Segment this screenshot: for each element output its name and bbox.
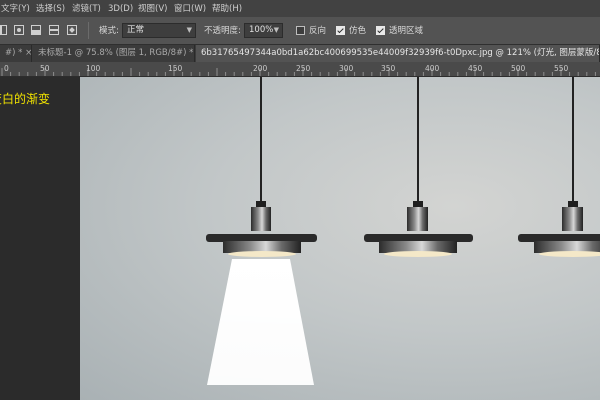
tab-document-3-active[interactable]: 6b31765497344a0bd1a62bc400699535e44009f3…: [196, 45, 600, 62]
pendant-lamp-3: [518, 77, 600, 257]
ruler-tick-label: 450: [468, 64, 483, 73]
ruler-tick-label: 500: [511, 64, 526, 73]
tab-document-1[interactable]: #) * ×: [0, 45, 32, 62]
tab-label: 6b31765497344a0bd1a62bc400699535e44009f3…: [201, 48, 600, 58]
diamond-gradient-icon[interactable]: [67, 25, 77, 35]
horizontal-ruler: 0 50 100 150 200 250 300 350 400 450 500…: [0, 62, 600, 77]
chevron-down-icon: ▼: [186, 26, 192, 34]
mode-select[interactable]: 正常 ▼: [122, 23, 196, 38]
dither-label: 仿色: [349, 26, 367, 36]
ruler-tick-label: 200: [253, 64, 268, 73]
opacity-label: 不透明度:: [204, 26, 241, 36]
tab-document-2[interactable]: 未标题-1 @ 75.8% (图层 1, RGB/8#) * ×: [33, 45, 195, 62]
pendant-lamp-2: [364, 77, 473, 257]
radial-gradient-icon[interactable]: [14, 25, 24, 35]
ruler-tick-label: 0: [4, 64, 9, 73]
chevron-down-icon: ▼: [273, 26, 279, 34]
document-canvas[interactable]: [80, 77, 600, 400]
ruler-tick-label: 300: [339, 64, 354, 73]
ruler-tick-label: 550: [554, 64, 569, 73]
ruler-tick-label: 250: [296, 64, 311, 73]
document-tabs: #) * × 未标题-1 @ 75.8% (图层 1, RGB/8#) * × …: [0, 45, 600, 62]
pendant-lamp-1: [206, 77, 317, 385]
menu-text[interactable]: 文字(Y): [1, 3, 30, 15]
mode-value: 正常: [127, 25, 145, 35]
reverse-label: 反向: [309, 26, 327, 36]
opacity-value: 100%: [249, 25, 274, 35]
canvas-image: [206, 77, 600, 385]
linear-gradient-icon[interactable]: [0, 25, 7, 35]
transparency-checkbox[interactable]: [376, 26, 385, 35]
dither-checkbox[interactable]: [336, 26, 345, 35]
tab-label: 未标题-1 @ 75.8% (图层 1, RGB/8#) * ×: [38, 48, 195, 58]
menu-help[interactable]: 帮助(H): [212, 3, 242, 15]
ruler-tick-label: 400: [425, 64, 440, 73]
options-bar: 模式: 正常 ▼ 不透明度: 100% ▼ 反向 仿色 透明区域: [0, 17, 600, 45]
ruler-tick-label: 50: [40, 64, 50, 73]
menu-window[interactable]: 窗口(W): [174, 3, 206, 15]
tab-label: #) * ×: [5, 48, 32, 58]
separator: [88, 22, 89, 39]
menu-filter[interactable]: 滤镜(T): [72, 3, 101, 15]
transparency-label: 透明区域: [389, 26, 424, 36]
menu-view[interactable]: 视图(V): [138, 3, 167, 15]
menu-3d[interactable]: 3D(D): [108, 3, 133, 15]
reflected-gradient-icon[interactable]: [49, 25, 59, 35]
ruler-tick-label: 350: [381, 64, 396, 73]
angle-gradient-icon[interactable]: [31, 25, 41, 35]
opacity-input[interactable]: 100% ▼: [244, 23, 283, 38]
ruler-tick-label: 150: [168, 64, 183, 73]
ruler-tick-label: 100: [86, 64, 101, 73]
mode-label: 模式:: [99, 26, 119, 36]
panel-note-text: 变白的渐变: [0, 92, 51, 106]
menu-bar: 文字(Y) 选择(S) 滤镜(T) 3D(D) 视图(V) 窗口(W) 帮助(H…: [0, 0, 600, 17]
reverse-checkbox[interactable]: [296, 26, 305, 35]
menu-select[interactable]: 选择(S): [36, 3, 65, 15]
left-panel: 变白的渐变: [0, 77, 80, 400]
